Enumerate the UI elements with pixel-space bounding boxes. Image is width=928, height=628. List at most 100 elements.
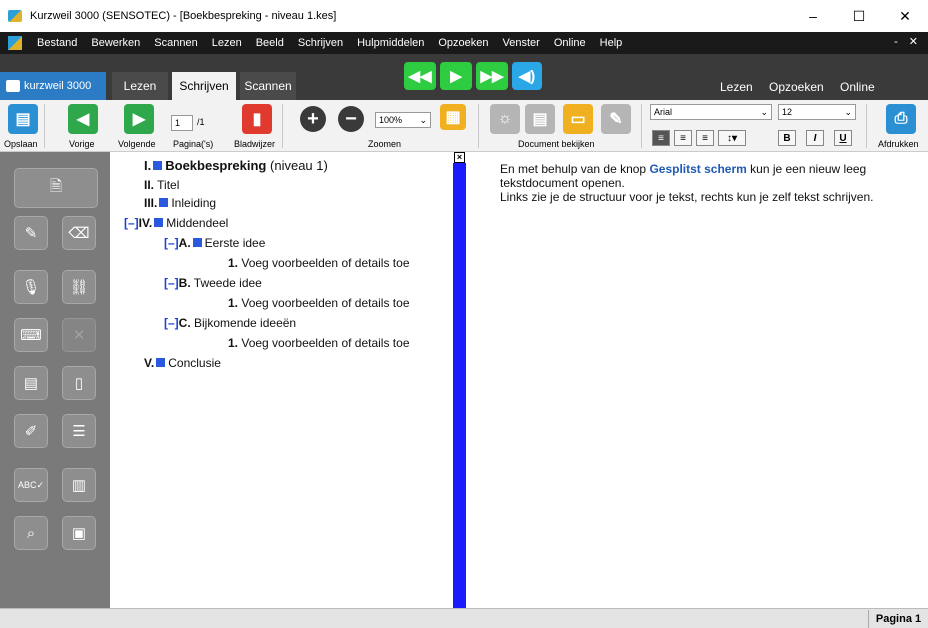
speaker-icon: ◀) <box>518 68 536 85</box>
outline-item[interactable]: II. Titel <box>144 178 179 192</box>
collapse-toggle[interactable]: [–] <box>124 216 139 230</box>
tab-scannen[interactable]: Scannen <box>240 72 296 100</box>
align-center-button[interactable]: ≡ <box>674 130 692 146</box>
size-value: 12 <box>782 107 793 117</box>
align-right-button[interactable]: ≡ <box>696 130 714 146</box>
dictionary-icon: ▥ <box>71 477 87 494</box>
rewind-icon: ◀◀ <box>408 68 432 85</box>
menu-scannen[interactable]: Scannen <box>147 37 204 49</box>
link-lezen[interactable]: Lezen <box>720 80 753 94</box>
play-button[interactable]: ▶ <box>440 62 472 90</box>
tab-lezen[interactable]: Lezen <box>112 72 168 100</box>
minimize-button[interactable]: – <box>790 0 836 32</box>
link-online[interactable]: Online <box>840 80 875 94</box>
ribbon-toolbar: ▤ Opslaan ◀ Vorige ▶ Volgende 1 /1 Pagin… <box>0 100 928 152</box>
maximize-button[interactable]: ☐ <box>836 0 882 32</box>
font-select[interactable]: Arial ⌄ <box>650 104 772 120</box>
outline-item[interactable]: I. Boekbespreking (niveau 1) <box>144 158 328 173</box>
menu-online[interactable]: Online <box>547 37 593 49</box>
size-select[interactable]: 12 ⌄ <box>778 104 856 120</box>
prev-button[interactable]: ◀ <box>68 104 98 134</box>
menu-opzoeken[interactable]: Opzoeken <box>431 37 495 49</box>
menu-help[interactable]: Help <box>593 37 630 49</box>
bold-button[interactable]: B <box>778 130 796 146</box>
arrow-right-icon: ▶ <box>132 111 146 128</box>
outline-item[interactable]: [–]IV. Middendeel <box>124 216 228 230</box>
menu-venster[interactable]: Venster <box>496 37 547 49</box>
close-pane-button[interactable]: × <box>454 152 465 163</box>
notes-button[interactable]: ✐ <box>14 414 48 448</box>
volume-button[interactable]: ◀) <box>512 62 542 90</box>
menu-bar: Bestand Bewerken Scannen Lezen Beeld Sch… <box>0 32 928 54</box>
separator <box>282 104 283 148</box>
keyboard-button[interactable]: ⌨ <box>14 318 48 352</box>
menu-schrijven[interactable]: Schrijven <box>291 37 350 49</box>
save-button[interactable]: ▤ <box>8 104 38 134</box>
next-button[interactable]: ▶ <box>124 104 154 134</box>
link-opzoeken[interactable]: Opzoeken <box>769 80 824 94</box>
dictionary-button[interactable]: ▥ <box>62 468 96 502</box>
outline-item[interactable]: [–]B. Tweede idee <box>164 276 262 290</box>
zoom-label: Zoomen <box>368 139 402 149</box>
note-icon <box>153 161 163 170</box>
italic-button[interactable]: I <box>806 130 824 146</box>
outline-item[interactable]: 1. Voeg voorbeelden of details toe <box>228 256 410 270</box>
rewind-button[interactable]: ◀◀ <box>404 62 436 90</box>
collapse-toggle[interactable]: [–] <box>164 316 179 330</box>
bookmark-button[interactable]: ▮ <box>242 104 272 134</box>
extract-button[interactable]: ▤ <box>14 366 48 400</box>
link-button[interactable]: ⛓ <box>62 270 96 304</box>
underline-button[interactable]: U <box>834 130 852 146</box>
eraser-button[interactable]: ⌫ <box>62 216 96 250</box>
zoom-in-button[interactable]: + <box>300 106 326 132</box>
menu-lezen[interactable]: Lezen <box>205 37 249 49</box>
microphone-button[interactable]: 🎙 <box>14 270 48 304</box>
zoom-out-button[interactable]: − <box>338 106 364 132</box>
zoom-select[interactable]: 100% ⌄ <box>375 112 431 128</box>
menu-hulpmiddelen[interactable]: Hulpmiddelen <box>350 37 431 49</box>
delete-button[interactable]: ✕ <box>62 318 96 352</box>
print-button[interactable]: ⎙ <box>886 104 916 134</box>
search-image-button[interactable]: ⌕ <box>14 516 48 550</box>
outline-item[interactable]: III. Inleiding <box>144 196 216 210</box>
menu-bewerken[interactable]: Bewerken <box>84 37 147 49</box>
outline-item[interactable]: [–]A. Eerste idee <box>164 236 265 250</box>
highlighter-button[interactable]: ✎ <box>14 216 48 250</box>
collapse-toggle[interactable]: [–] <box>164 236 179 250</box>
outline-item[interactable]: 1. Voeg voorbeelden of details toe <box>228 296 410 310</box>
outline-item[interactable]: 1. Voeg voorbeelden of details toe <box>228 336 410 350</box>
tab-schrijven[interactable]: Schrijven <box>172 72 236 100</box>
font-value: Arial <box>654 107 673 117</box>
page-input[interactable]: 1 <box>171 115 193 131</box>
document-tool-button[interactable]: 🗎 <box>14 168 98 208</box>
outline-button[interactable]: ▤ <box>525 104 555 134</box>
mdi-window-controls[interactable]: - ✕ <box>894 35 922 48</box>
idea-button[interactable]: ☼ <box>490 104 520 134</box>
note-icon <box>154 218 164 227</box>
grid-icon: ▦ <box>445 109 461 126</box>
line-spacing-button[interactable]: ↕▾ <box>718 130 746 146</box>
title-bar: Kurzweil 3000 (SENSOTEC) - [Boekbespreki… <box>0 0 928 32</box>
editor-line: En met behulp van de knop Gesplitst sche… <box>500 162 867 176</box>
document-icon: ▤ <box>532 111 548 128</box>
menu-beeld[interactable]: Beeld <box>249 37 291 49</box>
outline-pane: I. Boekbespreking (niveau 1) II. Titel II… <box>110 152 453 608</box>
edit-doc-button[interactable]: ✎ <box>601 104 631 134</box>
menu-bestand[interactable]: Bestand <box>30 37 84 49</box>
ribbon-tab-bar: kurzweil 3000 Lezen Schrijven Scannen ◀◀… <box>0 54 928 100</box>
outline-item[interactable]: V. Conclusie <box>144 356 221 370</box>
layout-button[interactable]: ▦ <box>440 104 466 130</box>
brand-logo: kurzweil 3000 <box>0 72 106 100</box>
image-button[interactable]: ▣ <box>62 516 96 550</box>
collapse-toggle[interactable]: [–] <box>164 276 179 290</box>
page-button[interactable]: ▯ <box>62 366 96 400</box>
outline-item[interactable]: [–]C. Bijkomende ideeën <box>164 316 296 330</box>
close-button[interactable]: ✕ <box>882 0 928 32</box>
presentation-button[interactable]: ▭ <box>563 104 593 134</box>
split-divider[interactable] <box>453 163 466 608</box>
list-button[interactable]: ☰ <box>62 414 96 448</box>
text-editor[interactable]: En met behulp van de knop Gesplitst sche… <box>466 152 928 608</box>
align-left-button[interactable]: ≡ <box>652 130 670 146</box>
forward-button[interactable]: ▶▶ <box>476 62 508 90</box>
spellcheck-button[interactable]: ABC✓ <box>14 468 48 502</box>
